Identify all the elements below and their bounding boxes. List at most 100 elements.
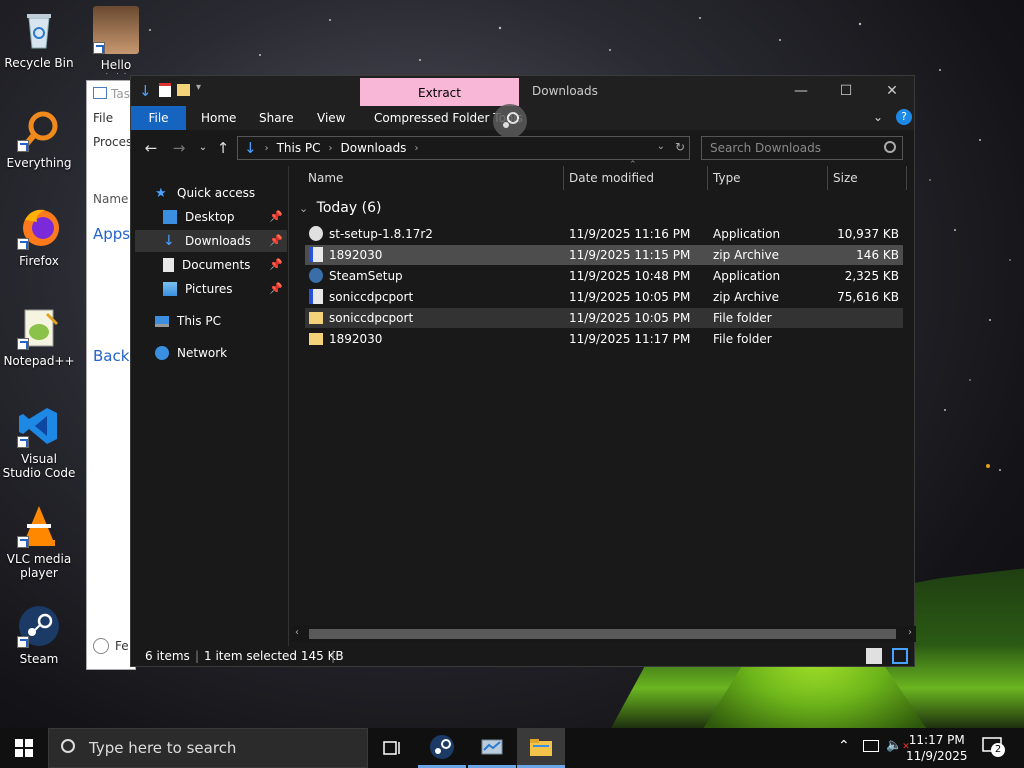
steam-setup-icon (309, 226, 323, 241)
minimize-button[interactable]: — (778, 80, 824, 102)
ribbon-context-tab-extract[interactable]: Extract (360, 78, 519, 106)
nav-item-pictures[interactable]: Pictures 📌 (163, 278, 287, 300)
column-header-date[interactable]: Date modified (569, 166, 654, 190)
computer-icon (155, 315, 169, 327)
notepadpp-icon (17, 306, 61, 350)
close-button[interactable]: ✕ (869, 80, 915, 102)
horizontal-scrollbar[interactable]: ‹ › (291, 626, 916, 642)
clock-time: 11:17 PM (908, 733, 965, 747)
taskbar-task-manager[interactable] (468, 728, 516, 768)
folder-icon (309, 312, 323, 324)
table-row[interactable]: SteamSetup 11/9/2025 10:48 PM Applicatio… (305, 266, 903, 286)
scroll-right-icon[interactable]: › (908, 627, 912, 638)
task-manager-tab-processes[interactable]: Proces (93, 135, 132, 149)
maximize-button[interactable]: ☐ (823, 80, 869, 102)
desktop-icon-firefox[interactable]: Firefox (1, 206, 77, 268)
breadcrumb-this-pc[interactable]: This PC (277, 141, 321, 155)
nav-item-downloads[interactable]: ↓ Downloads 📌 (135, 230, 287, 252)
desktop-icon-vscode[interactable]: Visual Studio Code (1, 404, 77, 480)
up-button[interactable]: ↑ (213, 138, 233, 158)
refresh-icon[interactable]: ↻ (675, 140, 685, 154)
clock-date: 11/9/2025 (906, 749, 968, 763)
folder-icon (309, 333, 323, 345)
desktop-icon-vlc[interactable]: VLC media player (1, 504, 77, 580)
windows-logo-icon (15, 739, 33, 757)
task-manager-col-name[interactable]: Name (93, 192, 128, 206)
large-icons-view-button[interactable] (892, 648, 908, 664)
taskbar-search-input[interactable]: Type here to search (48, 728, 368, 768)
scrollbar-thumb[interactable] (309, 629, 896, 639)
column-separator[interactable] (827, 166, 828, 190)
column-separator[interactable] (906, 166, 907, 190)
ribbon-tab-view[interactable]: View (317, 106, 345, 130)
title-bar[interactable]: ↓ ▾ Extract Downloads — ☐ ✕ (131, 76, 914, 106)
expand-ribbon-icon[interactable]: ⌄ (873, 110, 883, 124)
nav-item-quick-access[interactable]: ★ Quick access (155, 182, 285, 204)
column-separator[interactable] (563, 166, 564, 190)
taskbar-file-explorer[interactable] (517, 728, 565, 768)
show-hidden-icons-button[interactable]: ⌃ (838, 738, 850, 754)
address-dropdown-icon[interactable]: ⌄ (657, 141, 665, 152)
taskbar-clock[interactable]: 11:17 PM 11/9/2025 (906, 732, 968, 764)
status-divider: | (195, 649, 200, 663)
group-header-today[interactable]: ⌄ Today (6) (299, 200, 381, 216)
ribbon-tab-share[interactable]: Share (259, 106, 294, 130)
help-icon[interactable]: ? (896, 109, 912, 125)
back-button[interactable]: ← (141, 138, 161, 158)
table-row[interactable]: 1892030 11/9/2025 11:17 PM File folder (305, 329, 903, 349)
breadcrumb-separator: › (414, 142, 419, 154)
firefox-icon (17, 206, 61, 250)
table-row[interactable]: st-setup-1.8.17r2 11/9/2025 11:16 PM App… (305, 224, 903, 244)
status-item-count: 6 items (145, 649, 190, 663)
ribbon-tab-file[interactable]: File (131, 106, 186, 130)
notification-count-badge: 2 (991, 743, 1005, 757)
nav-item-documents[interactable]: Documents 📌 (163, 254, 287, 276)
nav-item-desktop[interactable]: Desktop 📌 (163, 206, 287, 228)
address-bar-row: ← → ⌄ ↑ ↓ › This PC › Downloads › ⌄ ↻ Se… (131, 134, 914, 162)
customize-toolbar-icon[interactable]: ▾ (196, 82, 210, 98)
desktop-icon-recycle-bin[interactable]: Recycle Bin (1, 8, 77, 70)
new-folder-icon[interactable] (177, 84, 190, 96)
start-button[interactable] (0, 728, 48, 768)
forward-button[interactable]: → (169, 138, 189, 158)
search-input[interactable]: Search Downloads (701, 136, 903, 160)
table-row[interactable]: 1892030 11/9/2025 11:15 PM zip Archive 1… (305, 245, 903, 265)
recent-locations-button[interactable]: ⌄ (193, 138, 213, 158)
details-view-button[interactable] (866, 648, 882, 664)
task-view-button[interactable] (368, 728, 416, 768)
nav-item-this-pc[interactable]: This PC (155, 310, 285, 332)
address-input[interactable]: ↓ › This PC › Downloads › ⌄ ↻ (237, 136, 690, 160)
task-manager-icon (93, 87, 107, 99)
scroll-left-icon[interactable]: ‹ (295, 627, 299, 638)
file-list: Name Date modified ⌃ Type Size ⌄ Today (… (291, 160, 914, 636)
search-icon (884, 141, 896, 153)
task-manager-footer[interactable]: Fe (93, 638, 129, 654)
column-separator[interactable] (707, 166, 708, 190)
task-manager-menu-file[interactable]: File (93, 111, 113, 125)
shortcut-arrow-icon (93, 42, 105, 54)
desktop-icon-steam[interactable]: Steam (1, 604, 77, 666)
network-status-icon[interactable] (863, 740, 879, 752)
zip-icon (309, 247, 323, 262)
ribbon-tab-home[interactable]: Home (201, 106, 236, 130)
column-header-name[interactable]: Name (308, 166, 343, 190)
desktop-icon-label: VLC media player (6, 552, 72, 580)
column-header-type[interactable]: Type (713, 166, 741, 190)
task-view-icon (383, 741, 400, 755)
column-header-size[interactable]: Size (833, 166, 858, 190)
file-explorer-window[interactable]: ↓ ▾ Extract Downloads — ☐ ✕ File Home Sh… (130, 75, 916, 667)
down-arrow-icon[interactable]: ↓ (139, 82, 153, 100)
desktop-icon-everything[interactable]: Everything (1, 108, 77, 170)
task-manager-window[interactable]: Tas File Proces Name Apps Back Fe (86, 80, 136, 670)
ribbon-tabs: File Home Share View Compressed Folder T… (131, 104, 914, 138)
everything-icon (17, 108, 61, 152)
desktop-icon-hello-neighbor[interactable]: Hello Neighbor (78, 6, 154, 74)
taskbar-steam[interactable] (418, 728, 466, 768)
nav-item-network[interactable]: Network (155, 342, 285, 364)
notifications-button[interactable]: 2 (982, 736, 1005, 757)
properties-icon[interactable] (159, 83, 171, 97)
desktop-icon-notepadpp[interactable]: Notepad++ (1, 306, 77, 368)
table-row[interactable]: soniccdpcport 11/9/2025 10:05 PM File fo… (305, 308, 903, 328)
breadcrumb-downloads[interactable]: Downloads (341, 141, 407, 155)
table-row[interactable]: soniccdpcport 11/9/2025 10:05 PM zip Arc… (305, 287, 903, 307)
